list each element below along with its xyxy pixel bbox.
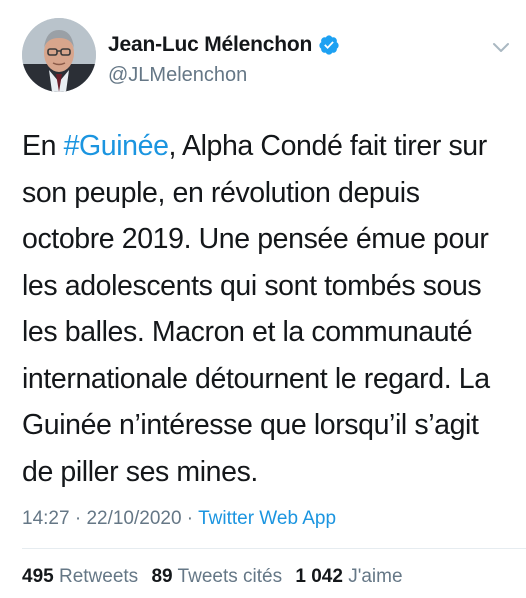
tweet-text-start: En <box>22 130 64 162</box>
divider <box>22 548 526 549</box>
display-name-row: Jean-Luc Mélenchon <box>108 32 340 58</box>
likes-label: J'aime <box>348 566 403 587</box>
tweet-date[interactable]: 22/10/2020 <box>86 508 181 529</box>
tweet-card: Jean-Luc Mélenchon @JLMelenchon En #Guin… <box>0 0 526 598</box>
tweet-header: Jean-Luc Mélenchon @JLMelenchon <box>22 18 512 98</box>
author-names: Jean-Luc Mélenchon @JLMelenchon <box>108 32 340 87</box>
meta-separator-2: · <box>181 508 199 529</box>
profile-photo-icon <box>22 18 96 92</box>
verified-badge-icon <box>318 34 340 56</box>
retweets-count: 495 <box>22 566 54 587</box>
quotes-label: Tweets cités <box>177 566 283 587</box>
quotes-stat[interactable]: 89 Tweets cités <box>151 566 282 587</box>
retweets-label: Retweets <box>58 566 139 587</box>
likes-stat[interactable]: 1 042 J'aime <box>295 566 402 587</box>
tweet-time[interactable]: 14:27 <box>22 508 70 529</box>
display-name[interactable]: Jean-Luc Mélenchon <box>108 33 312 57</box>
hashtag-link[interactable]: #Guinée <box>64 130 169 162</box>
tweet-stats: 495 Retweets 89 Tweets cités 1 042 J'aim… <box>22 566 403 588</box>
tweet-source-link[interactable]: Twitter Web App <box>198 508 336 529</box>
quotes-count: 89 <box>151 566 173 587</box>
tweet-text-rest: , Alpha Condé fait tirer sur son peuple,… <box>22 130 490 488</box>
tweet-text: En #Guinée, Alpha Condé fait tirer sur s… <box>22 123 508 495</box>
meta-separator: · <box>69 508 87 529</box>
handle[interactable]: @JLMelenchon <box>108 64 340 87</box>
chevron-down-icon[interactable] <box>490 36 512 58</box>
retweets-stat[interactable]: 495 Retweets <box>22 566 138 587</box>
avatar[interactable] <box>22 18 96 92</box>
tweet-meta: 14:27 · 22/10/2020 · Twitter Web App <box>22 508 336 530</box>
likes-count: 1 042 <box>295 566 343 587</box>
